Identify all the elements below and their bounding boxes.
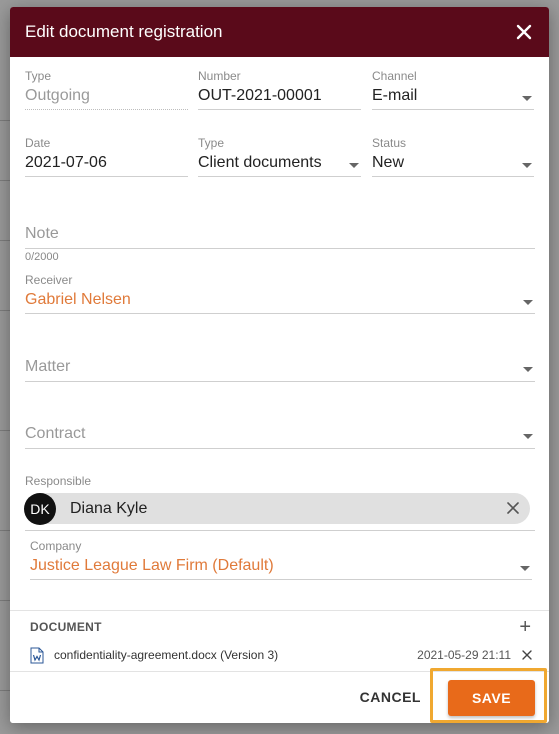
matter-placeholder[interactable]: Matter [25, 358, 535, 376]
field-underline [30, 579, 532, 580]
number-value[interactable]: OUT-2021-00001 [198, 87, 361, 105]
responsible-label: Responsible [25, 474, 92, 488]
chevron-down-icon[interactable] [522, 96, 532, 101]
chevron-down-icon[interactable] [522, 163, 532, 168]
chevron-down-icon[interactable] [349, 163, 359, 168]
note-placeholder[interactable]: Note [25, 225, 535, 243]
cancel-button[interactable]: CANCEL [360, 689, 421, 705]
field-underline [25, 530, 535, 531]
contract-select[interactable]: Contract [25, 425, 535, 449]
document-timestamp: 2021-05-29 21:11 [417, 648, 511, 662]
note-counter: 0/2000 [25, 251, 59, 263]
receiver-select[interactable]: Receiver Gabriel Nelsen [25, 273, 535, 315]
field-underline [25, 248, 535, 249]
word-doc-icon [30, 647, 44, 664]
type-direction-label: Type [25, 69, 52, 83]
type-direction-value: Outgoing [25, 87, 90, 104]
chevron-down-icon[interactable] [523, 434, 533, 439]
field-underline [25, 381, 535, 382]
contract-placeholder[interactable]: Contract [25, 425, 535, 443]
type-category-label: Type [198, 136, 225, 150]
chevron-down-icon[interactable] [523, 300, 533, 305]
type-direction-field: Type Outgoing [25, 69, 188, 111]
date-label: Date [25, 136, 51, 150]
number-label: Number [198, 69, 241, 83]
field-underline [198, 109, 361, 110]
remove-chip-icon[interactable] [504, 499, 522, 517]
type-category-value[interactable]: Client documents [198, 154, 361, 172]
field-underline [372, 109, 534, 110]
status-value[interactable]: New [372, 154, 534, 172]
company-value[interactable]: Justice League Law Firm (Default) [30, 557, 532, 575]
channel-select[interactable]: Channel E-mail [372, 69, 534, 111]
type-category-select[interactable]: Type Client documents [198, 136, 361, 178]
company-label: Company [30, 539, 82, 553]
save-button[interactable]: SAVE [448, 680, 535, 716]
receiver-label: Receiver [25, 273, 73, 287]
document-file-name[interactable]: confidentiality-agreement.docx (Version … [54, 648, 278, 662]
section-divider [10, 610, 549, 611]
field-underline [25, 109, 188, 110]
status-select[interactable]: Status New [372, 136, 534, 178]
avatar: DK [24, 492, 56, 525]
responsible-chip[interactable]: DK Diana Kyle [24, 492, 530, 525]
matter-select[interactable]: Matter [25, 358, 535, 382]
responsible-name: Diana Kyle [70, 499, 148, 517]
channel-label: Channel [372, 69, 417, 83]
number-field[interactable]: Number OUT-2021-00001 [198, 69, 361, 111]
date-value[interactable]: 2021-07-06 [25, 154, 188, 172]
field-underline [372, 176, 534, 177]
chevron-down-icon[interactable] [523, 367, 533, 372]
document-row[interactable]: confidentiality-agreement.docx (Version … [30, 646, 533, 664]
document-heading: DOCUMENT [30, 620, 102, 634]
close-icon[interactable] [511, 19, 537, 45]
edit-document-dialog: Edit document registration Type Outgoing… [10, 7, 549, 723]
receiver-value[interactable]: Gabriel Nelsen [25, 291, 535, 309]
field-underline [25, 448, 535, 449]
date-field[interactable]: Date 2021-07-06 [25, 136, 188, 178]
chevron-down-icon[interactable] [520, 566, 530, 571]
channel-value[interactable]: E-mail [372, 87, 534, 105]
field-underline [25, 313, 535, 314]
note-field[interactable]: Note 0/2000 [25, 221, 535, 269]
dialog-header: Edit document registration [10, 7, 549, 57]
status-label: Status [372, 136, 407, 150]
add-document-icon[interactable]: + [519, 617, 531, 637]
remove-document-icon[interactable] [521, 648, 533, 660]
field-underline [198, 176, 361, 177]
company-select[interactable]: Company Justice League Law Firm (Default… [30, 539, 532, 581]
dialog-title: Edit document registration [25, 22, 223, 41]
field-underline [25, 176, 188, 177]
responsible-field: Responsible [25, 474, 535, 490]
